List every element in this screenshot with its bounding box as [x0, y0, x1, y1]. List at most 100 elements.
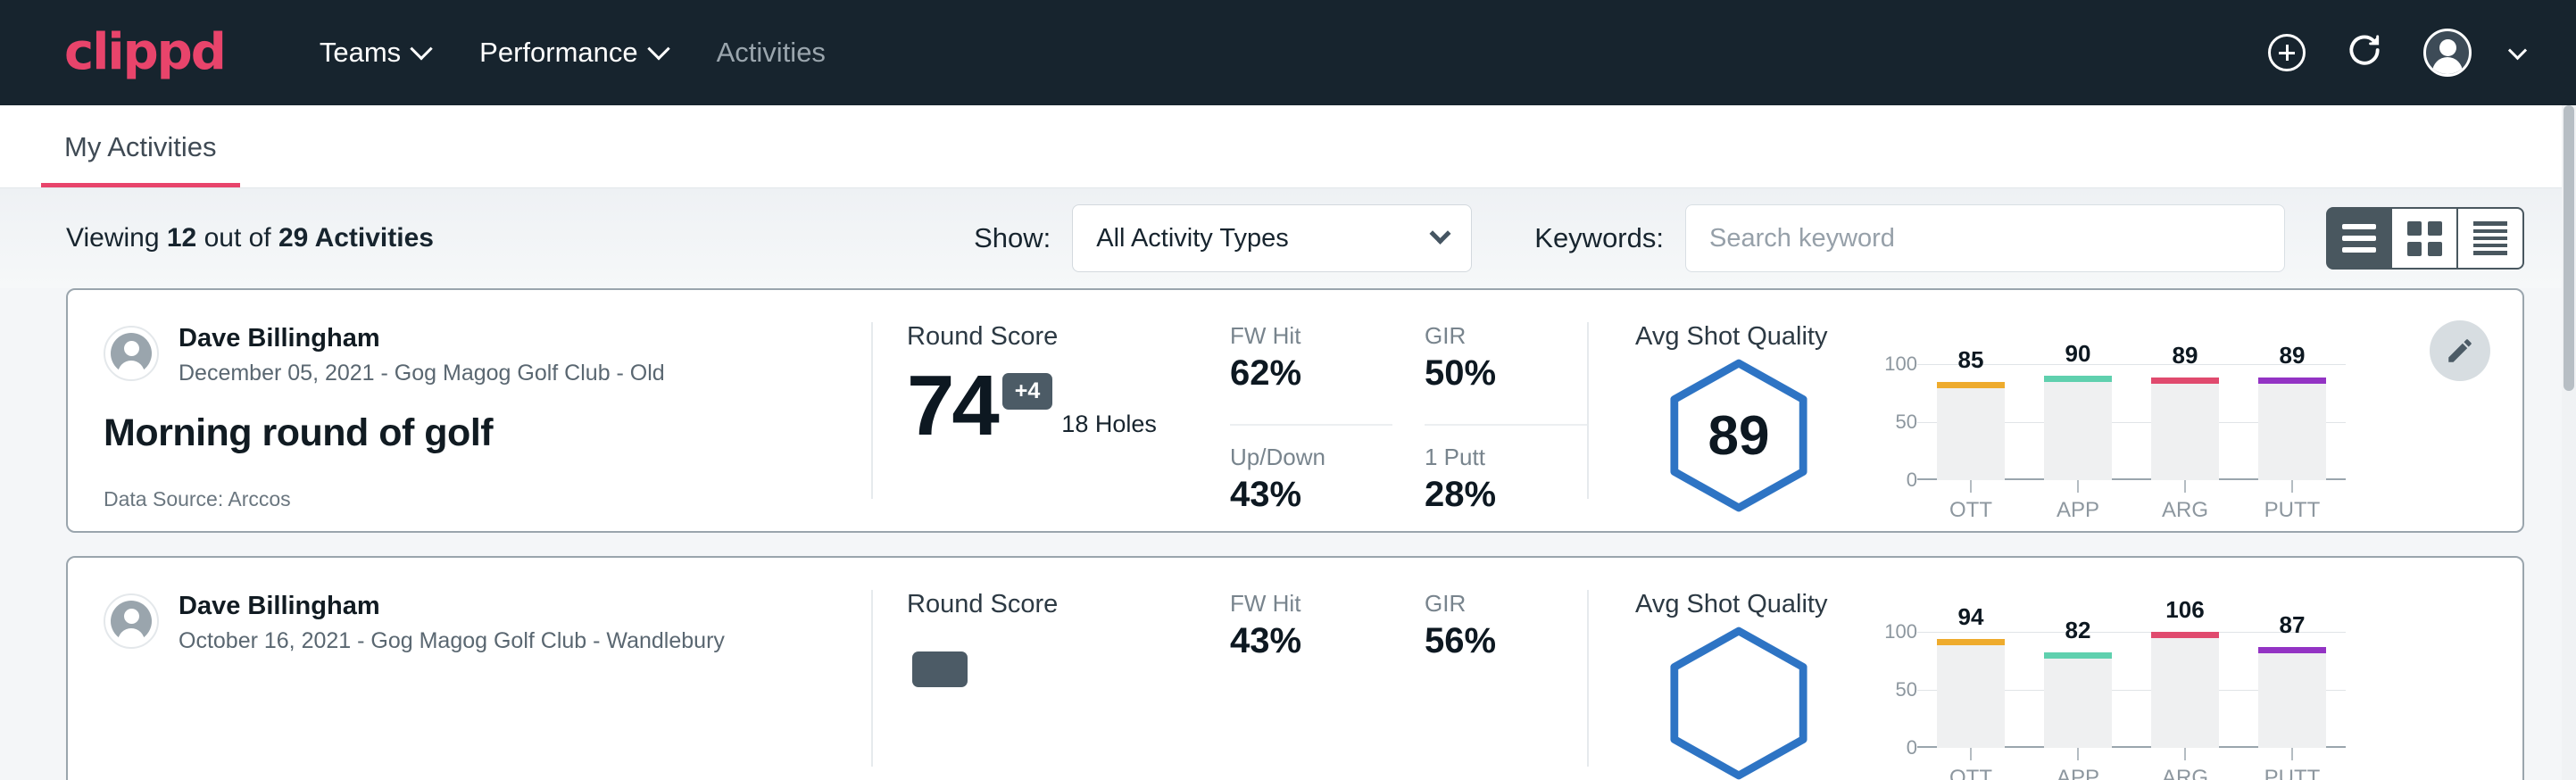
tickmark — [1970, 748, 1972, 760]
compact-view-button[interactable] — [2458, 207, 2524, 270]
edit-activity-button[interactable] — [2430, 320, 2490, 381]
search-input[interactable]: Search keyword — [1685, 204, 2285, 272]
bar-cap-ott — [1937, 382, 2005, 388]
bar-arg: 89 — [2151, 378, 2219, 480]
tickmark — [2077, 480, 2079, 493]
bar-cap-putt — [2258, 378, 2326, 384]
round-score-value-row: 74 +4 18 Holes — [907, 353, 1230, 449]
account-avatar-icon[interactable] — [2423, 29, 2472, 77]
tick-ott: OTT — [1917, 480, 2024, 523]
tick-arg: ARG — [2131, 480, 2239, 523]
tickmark — [2291, 480, 2293, 493]
activity-summary: Dave Billingham December 05, 2021 - Gog … — [68, 290, 871, 531]
bar-value-ott: 94 — [1958, 603, 1984, 631]
main-nav-items: Teams Performance Activities — [295, 28, 851, 78]
activity-card[interactable]: Dave Billingham December 05, 2021 - Gog … — [66, 288, 2524, 533]
avatar-body — [2432, 57, 2463, 77]
list-view-button[interactable] — [2326, 207, 2392, 270]
tick-app: APP — [2024, 480, 2131, 523]
avg-shot-quality-body: 100 50 0 — [1635, 625, 2522, 780]
bar-putt: 89 — [2258, 378, 2326, 480]
tick-putt: PUTT — [2239, 480, 2346, 523]
activity-author: Dave Billingham October 16, 2021 - Gog M… — [104, 590, 871, 654]
stat-up-down-label: Up/Down — [1230, 444, 1392, 471]
chevron-down-icon[interactable] — [2508, 41, 2527, 60]
activity-type-select[interactable]: All Activity Types — [1072, 204, 1472, 272]
tick-label-ott: OTT — [1949, 766, 1992, 780]
search-input-placeholder: Search keyword — [1709, 224, 1895, 253]
round-stats-grid: FW Hit 43% GIR 56% — [1230, 558, 1587, 780]
tick-label-app: APP — [2057, 766, 2099, 780]
round-score-value-row — [907, 621, 1230, 726]
nav-right-actions — [2268, 29, 2524, 77]
nav-item-teams[interactable]: Teams — [295, 28, 454, 78]
nav-item-activities-label: Activities — [717, 37, 826, 69]
bar-value-putt: 89 — [2280, 342, 2306, 369]
shot-quality-hexagon — [1660, 625, 1817, 780]
tickmark — [2291, 748, 2293, 760]
bar-value-arg: 89 — [2173, 342, 2198, 369]
avatar — [104, 326, 159, 381]
refresh-icon[interactable] — [2345, 31, 2384, 75]
round-score-block: Round Score — [873, 558, 1230, 780]
tick-label-ott: OTT — [1949, 498, 1992, 523]
bar-group-arg: 106 — [2131, 632, 2239, 748]
bar-ott: 85 — [1937, 382, 2005, 480]
tab-bar: My Activities — [0, 105, 2576, 188]
stat-gir-label: GIR — [1425, 322, 1587, 350]
shot-quality-score — [1660, 625, 1817, 780]
bar-cap-arg — [2151, 632, 2219, 638]
bar-group-app: 82 — [2024, 632, 2131, 748]
page-scrollbar[interactable] — [2562, 105, 2576, 780]
bar-group-arg: 89 — [2131, 364, 2239, 480]
bar-cap-arg — [2151, 378, 2219, 384]
bar-cap-putt — [2258, 647, 2326, 653]
tick-label-app: APP — [2057, 498, 2099, 523]
activity-card[interactable]: Dave Billingham October 16, 2021 - Gog M… — [66, 556, 2524, 780]
tick-label-putt: PUTT — [2264, 498, 2321, 523]
bar-cap-ott — [1937, 639, 2005, 645]
top-navigation-bar: clippd Teams Performance Activities — [0, 0, 2576, 105]
viewing-total: 29 — [278, 223, 308, 253]
add-circle-icon[interactable] — [2268, 34, 2306, 71]
viewing-count-text: Viewing 12 out of 29 Activities — [66, 223, 434, 253]
scrollbar-thumb[interactable] — [2564, 105, 2574, 391]
avg-shot-quality-block: Avg Shot Quality 89 100 50 0 — [1589, 290, 2522, 531]
bar-cap-app — [2044, 376, 2112, 382]
chevron-down-icon — [647, 37, 669, 60]
nav-item-performance[interactable]: Performance — [454, 28, 691, 78]
tab-my-activities[interactable]: My Activities — [41, 131, 240, 187]
shot-quality-hexagon: 89 — [1660, 357, 1817, 514]
grid-view-icon — [2407, 221, 2442, 256]
bar-cap-app — [2044, 652, 2112, 659]
y-tick-0: 0 — [1907, 736, 1917, 759]
shot-quality-score: 89 — [1660, 357, 1817, 514]
activity-meta: October 16, 2021 - Gog Magog Golf Club -… — [179, 628, 725, 654]
bar-ott: 94 — [1937, 639, 2005, 748]
chart-y-axis: 100 50 0 — [1866, 632, 1917, 748]
activity-type-select-value: All Activity Types — [1096, 224, 1288, 253]
y-tick-100: 100 — [1884, 353, 1917, 376]
list-view-icon — [2342, 224, 2376, 253]
stat-fw-hit-value: 43% — [1230, 621, 1392, 661]
stat-one-putt-label: 1 Putt — [1425, 444, 1587, 471]
grid-view-button[interactable] — [2392, 207, 2458, 270]
avg-shot-quality-label: Avg Shot Quality — [1635, 590, 2522, 619]
chevron-down-icon — [1430, 222, 1451, 244]
filter-bar: Viewing 12 out of 29 Activities Show: Al… — [0, 188, 2576, 288]
chart-x-axis-labels: OTT APP ARG — [1917, 480, 2346, 523]
stat-fw-hit-label: FW Hit — [1230, 590, 1392, 618]
score-differential-badge — [912, 651, 968, 687]
bar-value-arg: 106 — [2165, 596, 2204, 624]
tick-label-putt: PUTT — [2264, 766, 2321, 780]
tick-label-arg: ARG — [2162, 498, 2208, 523]
tickmark — [2184, 480, 2186, 493]
activity-author: Dave Billingham December 05, 2021 - Gog … — [104, 322, 871, 386]
bar-group-app: 90 — [2024, 364, 2131, 480]
bar-value-ott: 85 — [1958, 346, 1984, 374]
round-score-value: 74 — [907, 363, 997, 449]
nav-item-activities[interactable]: Activities — [692, 28, 851, 78]
nav-item-teams-label: Teams — [320, 37, 401, 69]
app-logo[interactable]: clippd — [64, 28, 225, 78]
tick-label-arg: ARG — [2162, 766, 2208, 780]
